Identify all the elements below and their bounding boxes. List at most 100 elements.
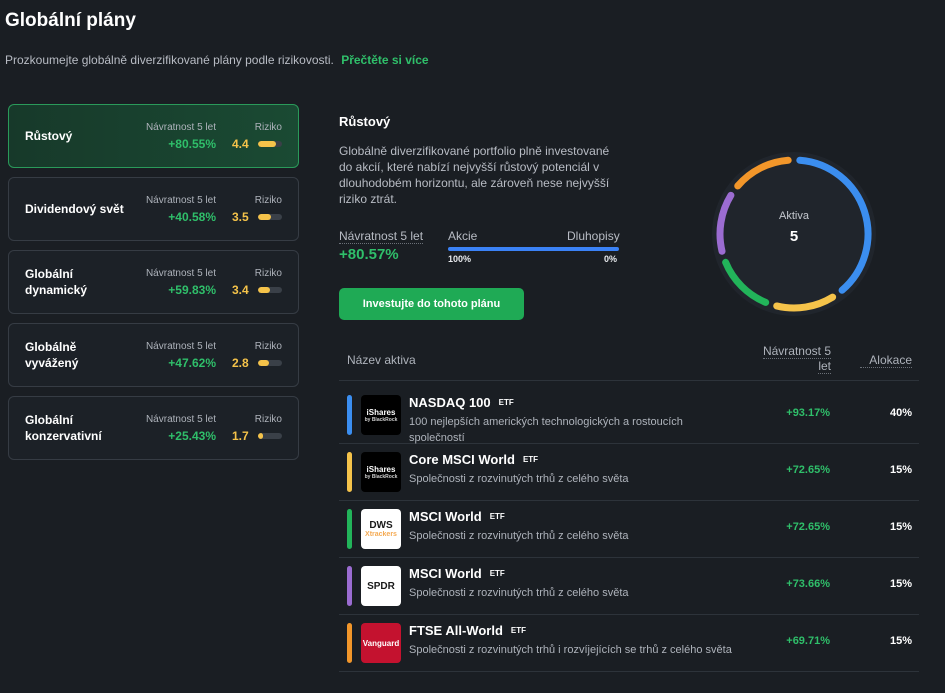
asset-color-stripe [347, 509, 352, 549]
risk-bar-fill [258, 141, 276, 147]
asset-logo: iShares by BlackRock [361, 452, 401, 492]
plan-card[interactable]: Růstový Návratnost 5 let +80.55% Riziko 4.4 [8, 104, 299, 168]
stocks-bonds-bar [448, 247, 619, 251]
asset-logo-text: Vanguard [362, 638, 400, 648]
plan-card[interactable]: Globální konzervativní Návratnost 5 let +2… [8, 396, 299, 460]
asset-logo: iShares by BlackRock [361, 395, 401, 435]
asset-logo-subtext: by BlackRock [364, 473, 398, 480]
plan-risk-label: Riziko [254, 122, 282, 133]
asset-logo: DWS Xtrackers [361, 509, 401, 549]
plan-card[interactable]: Globálně vyvážený Návratnost 5 let +47.62%… [8, 323, 299, 387]
stocks-label: Akcie [448, 229, 478, 243]
risk-bar [258, 287, 282, 293]
asset-description: Společnosti z rozvinutých trhů z celého … [409, 587, 629, 599]
detail-description: Globálně diverzifikované portfolio plně … [339, 144, 610, 206]
donut-label: Aktiva [779, 210, 809, 222]
asset-description: Společnosti z rozvinutých trhů i rozvíje… [409, 644, 732, 656]
page-subtitle: Prozkoumejte globálně diverzifikované pl… [5, 53, 429, 67]
asset-allocation: 15% [889, 521, 912, 533]
asset-name-text: NASDAQ 100 [409, 395, 491, 410]
asset-color-stripe [347, 566, 352, 606]
column-header-return[interactable]: Návratnost 5 let [757, 344, 831, 374]
plan-name: Globální konzervativní [25, 413, 102, 443]
plan-list: Růstový Návratnost 5 let +80.55% Riziko 4.4 D… [8, 104, 299, 469]
asset-logo: SPDR [361, 566, 401, 606]
detail-return-value: +80.57% [339, 246, 399, 263]
donut-value: 5 [789, 228, 799, 245]
asset-row[interactable]: SPDR MSCI World ETF Společnosti z rozvinutý… [339, 558, 919, 615]
plan-card[interactable]: Dividendový svět Návratnost 5 let +40.58% R… [8, 177, 299, 241]
asset-name-text: MSCI World [409, 509, 482, 524]
subtitle-text: Prozkoumejte globálně diverzifikované pl… [5, 53, 334, 67]
plan-return-value: +25.43% [168, 429, 216, 443]
column-header-name: Název aktiva [347, 353, 416, 367]
plan-risk-label: Riziko [254, 268, 282, 279]
asset-row[interactable]: DWS Xtrackers MSCI World ETF Společnosti z r… [339, 501, 919, 558]
asset-logo-text: SPDR [367, 580, 395, 592]
plan-return-label: Návratnost 5 let [145, 122, 216, 133]
read-more-link[interactable]: Přečtěte si více [341, 53, 428, 67]
asset-name-text: FTSE All-World [409, 623, 503, 638]
plan-return-value: +80.55% [168, 137, 216, 151]
asset-allocation: 15% [889, 635, 912, 647]
return-label-underline [339, 243, 423, 244]
asset-color-stripe [347, 395, 352, 435]
asset-name-text: Core MSCI World [409, 452, 515, 467]
asset-allocation: 15% [889, 464, 912, 476]
asset-name: NASDAQ 100 ETF [409, 395, 514, 410]
plan-card[interactable]: Globální dynamický Návratnost 5 let +59.83… [8, 250, 299, 314]
plan-name: Dividendový svět [25, 202, 124, 216]
plan-risk-label: Riziko [254, 414, 282, 425]
plan-return-label: Návratnost 5 let [145, 268, 216, 279]
asset-name-text: MSCI World [409, 566, 482, 581]
stocks-fill [448, 247, 619, 251]
column-header-return-label: Návratnost 5 let [762, 344, 831, 374]
invest-button[interactable]: Investujte do tohoto plánu [339, 288, 524, 320]
asset-description: Společnosti z rozvinutých trhů z celého … [409, 473, 629, 485]
asset-description: 100 nejlepších amerických technologickýc… [409, 416, 683, 444]
asset-return: +73.66% [786, 578, 830, 590]
asset-logo-subtext: by BlackRock [364, 416, 398, 423]
etf-badge: ETF [510, 626, 526, 635]
asset-logo-text: iShares [366, 464, 396, 474]
plan-return-value: +47.62% [168, 356, 216, 370]
asset-logo-text: DWS [369, 520, 393, 531]
table-header-divider [339, 380, 919, 381]
asset-name: FTSE All-World ETF [409, 623, 526, 638]
asset-name: MSCI World ETF [409, 509, 505, 524]
etf-badge: ETF [522, 455, 539, 464]
asset-logo: Vanguard [361, 623, 401, 663]
asset-row[interactable]: iShares by BlackRock Core MSCI World ETF Spo… [339, 444, 919, 501]
asset-logo-subtext: Xtrackers [365, 531, 397, 538]
asset-return: +72.65% [786, 521, 830, 533]
bonds-value: 0% [604, 254, 618, 264]
etf-badge: ETF [489, 512, 505, 521]
asset-name: Core MSCI World ETF [409, 452, 538, 467]
plan-return-value: +59.83% [168, 283, 216, 297]
plan-risk-label: Riziko [254, 195, 282, 206]
risk-bar-fill [258, 360, 269, 366]
asset-color-stripe [347, 452, 352, 492]
risk-bar [258, 360, 282, 366]
asset-color-stripe [347, 623, 352, 663]
bonds-label: Dluhopisy [567, 229, 620, 243]
plan-name: Růstový [25, 129, 73, 143]
asset-row[interactable]: iShares by BlackRock NASDAQ 100 ETF 100 nejl… [339, 387, 919, 444]
plan-return-label: Návratnost 5 let [145, 195, 216, 206]
plan-return-label: Návratnost 5 let [145, 414, 216, 425]
plan-return-label: Návratnost 5 let [145, 341, 216, 352]
plan-risk-value: 3.5 [232, 210, 249, 224]
page-title: Globální plány [5, 10, 136, 31]
column-header-allocation[interactable]: Alokace [860, 353, 912, 368]
plan-name: Globálně vyvážený [25, 340, 79, 370]
plan-risk-value: 3.4 [232, 283, 249, 297]
asset-description: Společnosti z rozvinutých trhů z celého … [409, 530, 629, 542]
risk-bar [258, 141, 282, 147]
risk-bar-fill [258, 433, 263, 439]
risk-bar [258, 214, 282, 220]
asset-row[interactable]: Vanguard FTSE All-World ETF Společnosti z r… [339, 615, 919, 672]
stocks-value: 100% [448, 254, 472, 264]
plan-risk-value: 1.7 [232, 429, 249, 443]
asset-allocation: 15% [889, 578, 912, 590]
risk-bar-fill [258, 287, 270, 293]
